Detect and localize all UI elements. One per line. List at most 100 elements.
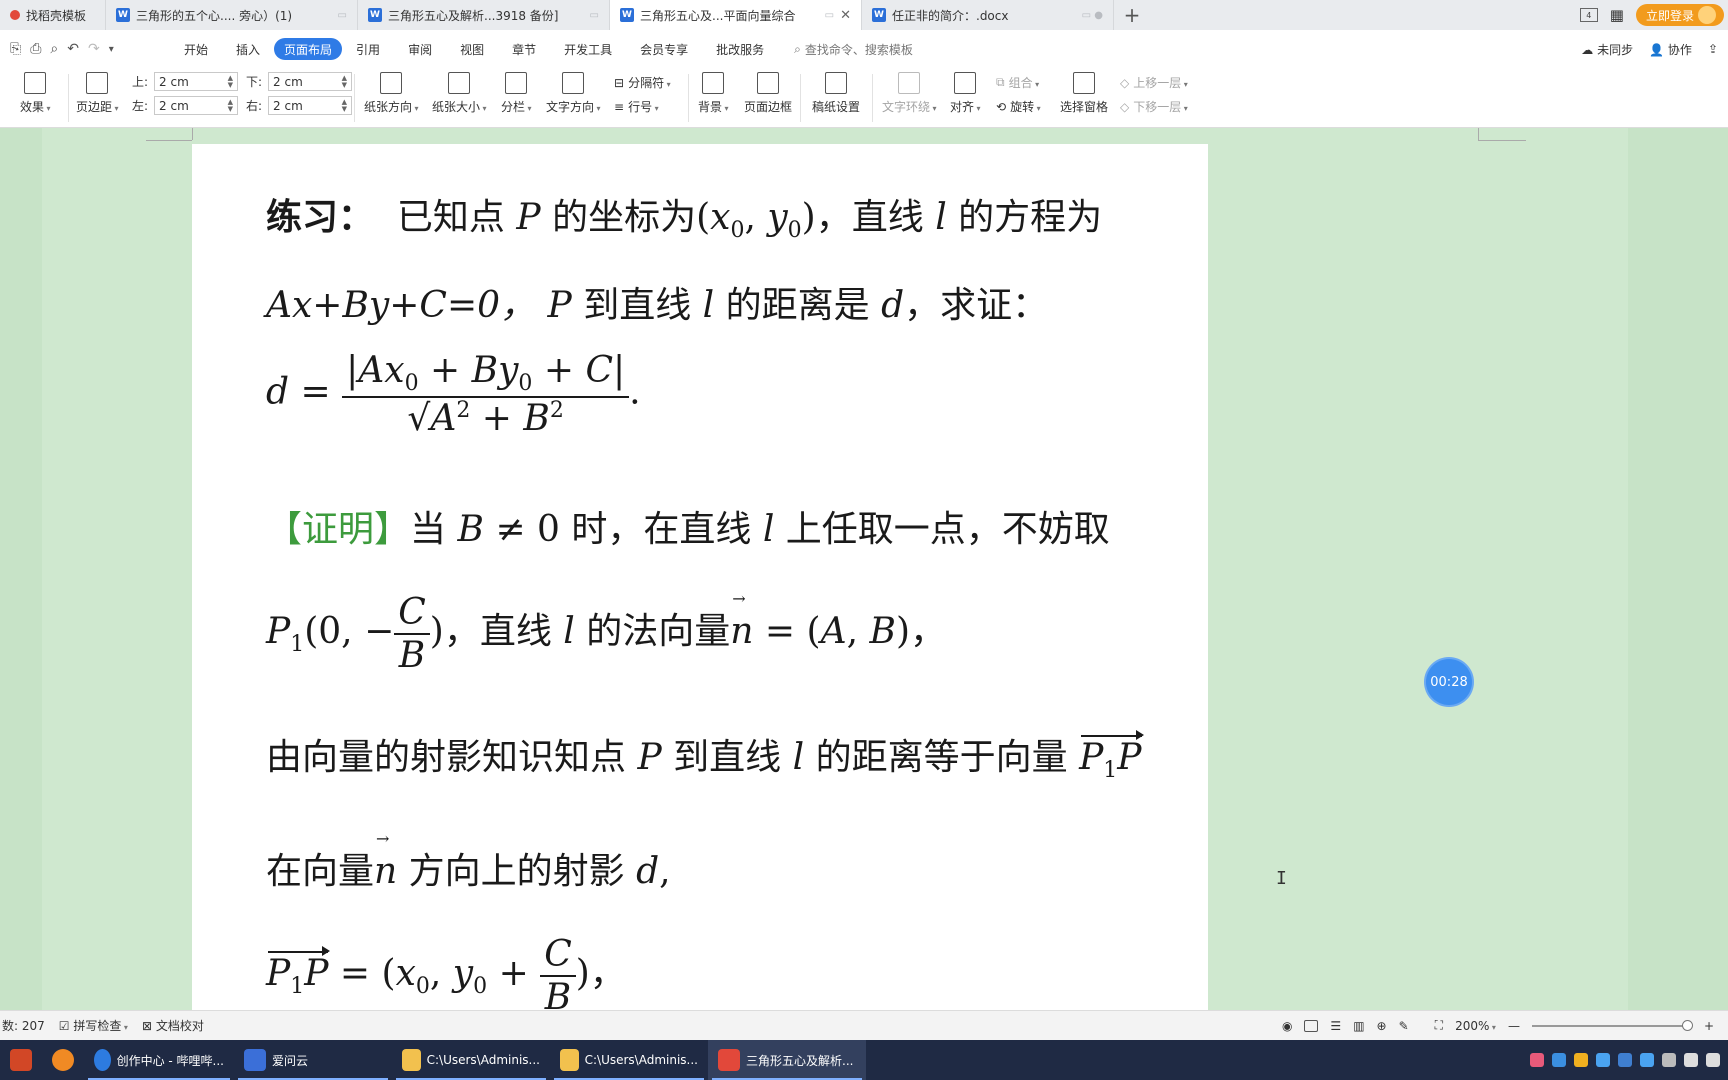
top-margin-value[interactable]: 2 cm (159, 75, 189, 89)
menu-view[interactable]: 视图 (446, 38, 498, 60)
paper-size-button[interactable]: 纸张大小 (432, 72, 487, 115)
spinner-arrows-icon[interactable]: ▲ ▼ (228, 74, 233, 89)
share-icon[interactable]: ⇪ (1708, 42, 1718, 56)
align-button[interactable]: 对齐 (950, 72, 981, 115)
manuscript-settings-button[interactable]: 稿纸设置 (812, 72, 860, 115)
selection-pane-button[interactable]: 选择窗格 (1060, 72, 1108, 115)
redo-icon[interactable]: ↷ (88, 41, 100, 57)
taskbar-powerpoint[interactable] (0, 1040, 42, 1080)
zoom-level[interactable]: 200% (1455, 1019, 1496, 1033)
menu-bar: ⎘ ⎙ ⌕ ↶ ↷ ▾ 开始 插入 页面布局 引用 审阅 视图 章节 开发工具 … (0, 30, 1728, 68)
send-backward-button[interactable]: ◇ 下移一层 (1120, 98, 1188, 115)
text-wrap-button[interactable]: 文字环绕 (882, 72, 937, 115)
tab-document-active[interactable]: W 三角形五心及...平面向量综合 ▭ ✕ (610, 0, 862, 30)
web-view-icon[interactable]: ⊕ (1377, 1019, 1387, 1033)
right-margin-value[interactable]: 2 cm (273, 99, 303, 113)
menu-page-layout[interactable]: 页面布局 (274, 38, 343, 60)
menu-review[interactable]: 审阅 (394, 38, 446, 60)
bottom-margin-label: 下: (246, 75, 263, 89)
taskbar-aiwen[interactable]: 爱问云 (234, 1040, 392, 1080)
group-button[interactable]: ⧉ 组合 (996, 74, 1039, 91)
quick-access-toolbar: ⎘ ⎙ ⌕ ↶ ↷ ▾ (0, 41, 170, 57)
bottom-margin-field[interactable]: 下: 2 cm ▲ ▼ (246, 72, 353, 91)
zoom-out-icon[interactable]: — (1508, 1019, 1520, 1033)
window-count-icon[interactable]: 4 (1579, 8, 1598, 22)
tab-template-store[interactable]: 找稻壳模板 (0, 0, 106, 30)
recording-timer[interactable]: 00:28 (1426, 659, 1472, 705)
taskbar-firefox[interactable] (42, 1040, 84, 1080)
network-icon[interactable] (1706, 1053, 1720, 1067)
undo-icon[interactable]: ↶ (67, 41, 79, 57)
tray-app-icon[interactable] (1530, 1053, 1544, 1067)
apps-grid-icon[interactable]: ▦ (1610, 6, 1624, 24)
taskbar-explorer-1[interactable]: C:\Users\Adminis... (392, 1040, 550, 1080)
new-tab-button[interactable]: + (1114, 0, 1150, 30)
collaborate-button[interactable]: 👤 协作 (1649, 41, 1692, 58)
reading-view-icon[interactable]: ▥ (1353, 1019, 1364, 1033)
menu-grading[interactable]: 批改服务 (702, 38, 778, 60)
menu-home[interactable]: 开始 (170, 38, 222, 60)
spell-check-button[interactable]: ☑ 拼写检查 (59, 1017, 128, 1034)
tab-document-1[interactable]: W 三角形的五个心.... 旁心）(1) ▭ (106, 0, 358, 30)
taskbar-explorer-2[interactable]: C:\Users\Adminis... (550, 1040, 708, 1080)
effects-button[interactable]: 效果 (20, 72, 51, 115)
bottom-margin-value[interactable]: 2 cm (273, 75, 303, 89)
login-button[interactable]: 立即登录 (1635, 4, 1724, 26)
zoom-slider-knob[interactable] (1681, 1019, 1693, 1031)
taskbar-label: 创作中心 - 哔哩哔... (116, 1053, 224, 1068)
breaks-button[interactable]: ⊟ 分隔符 (614, 74, 671, 91)
top-margin-field[interactable]: 上: 2 cm ▲ ▼ (132, 72, 239, 91)
page-border-button[interactable]: 页面边框 (744, 72, 792, 115)
menu-developer[interactable]: 开发工具 (550, 38, 626, 60)
tray-app-icon[interactable] (1552, 1053, 1566, 1067)
menu-references[interactable]: 引用 (342, 38, 394, 60)
left-margin-field[interactable]: 左: 2 cm ▲ ▼ (132, 96, 239, 115)
customize-chevron-icon[interactable]: ▾ (109, 44, 114, 55)
battery-icon[interactable] (1662, 1053, 1676, 1067)
background-button[interactable]: 背景 (698, 72, 729, 115)
page-view-icon[interactable] (1304, 1019, 1319, 1032)
doc-proofread-button[interactable]: ⊠ 文档校对 (142, 1017, 204, 1034)
zoom-in-icon[interactable]: + (1704, 1019, 1714, 1033)
pen-icon[interactable]: ✎ (1399, 1019, 1409, 1033)
save-icon[interactable]: ⎘ (10, 41, 21, 57)
word-count[interactable]: 数: 207 (2, 1017, 45, 1034)
tray-app-icon[interactable] (1574, 1053, 1588, 1067)
zoom-slider[interactable] (1531, 1019, 1693, 1031)
margins-button[interactable]: 页边距 (76, 72, 119, 115)
eye-protection-icon[interactable]: ◉ (1282, 1019, 1292, 1033)
menu-chapter[interactable]: 章节 (498, 38, 550, 60)
close-tab-icon[interactable]: ✕ (840, 8, 851, 23)
columns-button[interactable]: 分栏 (501, 72, 532, 115)
line-numbers-button[interactable]: ≡ 行号 (614, 98, 659, 115)
sync-status[interactable]: ☁ 未同步 (1581, 41, 1633, 58)
tray-app-icon[interactable] (1596, 1053, 1610, 1067)
volume-icon[interactable] (1684, 1053, 1698, 1067)
taskbar-bilibili[interactable]: 创作中心 - 哔哩哔... (84, 1040, 234, 1080)
taskbar-wps[interactable]: 三角形五心及解析... (708, 1040, 866, 1080)
outline-view-icon[interactable]: ☰ (1330, 1019, 1341, 1033)
group-label: 组合 (1009, 74, 1040, 91)
security-icon[interactable] (1618, 1053, 1632, 1067)
text-direction-button[interactable]: 文字方向 (546, 72, 601, 115)
spinner-arrows-icon[interactable]: ▲ ▼ (342, 98, 347, 113)
aiwen-icon (244, 1049, 266, 1071)
print-preview-icon[interactable]: ⌕ (50, 41, 58, 57)
menu-insert[interactable]: 插入 (222, 38, 274, 60)
tab-document-4[interactable]: W 任正非的简介：.docx ▭ ● (862, 0, 1114, 30)
orientation-button[interactable]: 纸张方向 (364, 72, 419, 115)
spinner-arrows-icon[interactable]: ▲ ▼ (342, 74, 347, 89)
right-margin-field[interactable]: 右: 2 cm ▲ ▼ (246, 96, 353, 115)
embedded-math-image[interactable]: 练习： 已知点 P 的坐标为(x0, y0)，直线 l 的方程为 Ax+By+C… (192, 144, 1208, 1010)
menu-member[interactable]: 会员专享 (626, 38, 702, 60)
command-search[interactable]: ⌕ 查找命令、搜索模板 (794, 41, 913, 58)
tab-document-2[interactable]: W 三角形五心及解析...3918 备份] ▭ (358, 0, 610, 30)
rotate-button[interactable]: ⟲ 旋转 (996, 98, 1041, 115)
left-margin-value[interactable]: 2 cm (159, 99, 189, 113)
spinner-arrows-icon[interactable]: ▲ ▼ (228, 98, 233, 113)
bring-forward-button[interactable]: ◇ 上移一层 (1120, 74, 1188, 91)
print-icon[interactable]: ⎙ (30, 41, 41, 57)
tray-app-icon[interactable] (1640, 1053, 1654, 1067)
fit-page-icon[interactable]: ⛶ (1435, 1018, 1443, 1033)
document-workspace[interactable]: 练习： 已知点 P 的坐标为(x0, y0)，直线 l 的方程为 Ax+By+C… (0, 128, 1728, 1010)
